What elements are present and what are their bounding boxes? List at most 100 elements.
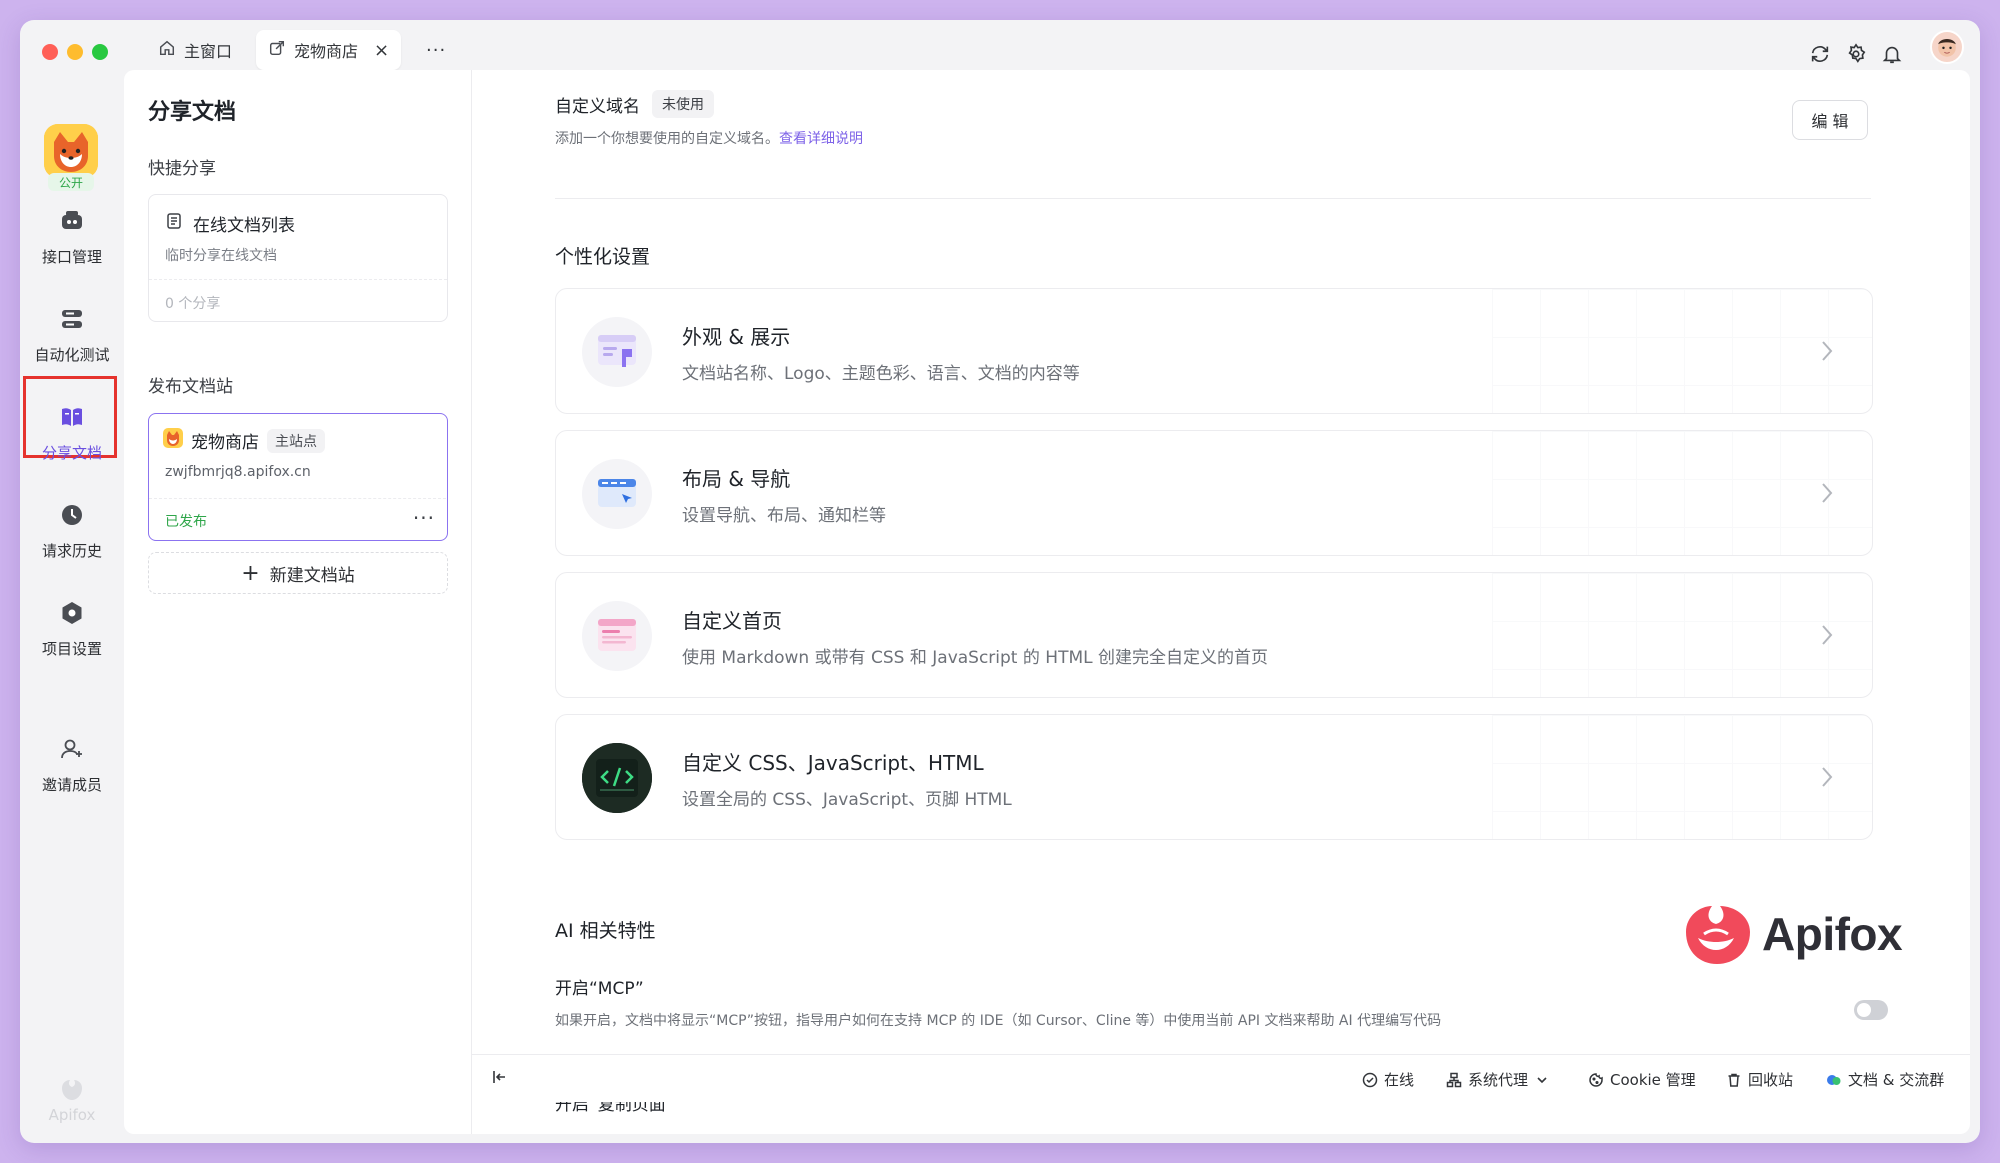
layout-card[interactable]: 布局 & 导航 设置导航、布局、通知栏等 bbox=[555, 430, 1873, 556]
unused-tag: 未使用 bbox=[652, 90, 714, 118]
custom-domain-title-row: 自定义域名 未使用 bbox=[555, 90, 714, 118]
card-desc: 使用 Markdown 或带有 CSS 和 JavaScript 的 HTML … bbox=[682, 648, 1268, 668]
share-doc-icon bbox=[268, 39, 286, 61]
home-icon bbox=[158, 39, 176, 61]
online-doc-list-card[interactable]: 在线文档列表 临时分享在线文档 0 个分享 bbox=[148, 194, 448, 322]
left-nav: 公开 接口管理 自动化测试 分享文档 请求历史 项目设置 邀请成员 Apifox bbox=[20, 86, 124, 1143]
chat-bubble-icon bbox=[1827, 1074, 1841, 1085]
online-label: 在线 bbox=[1384, 1071, 1415, 1089]
view-details-link[interactable]: 查看详细说明 bbox=[779, 131, 863, 147]
trash-label: 回收站 bbox=[1748, 1071, 1794, 1089]
share-docs-panel: 分享文档 快捷分享 在线文档列表 临时分享在线文档 0 个分享 发布文档站 宠物… bbox=[124, 70, 472, 1134]
minimize-window-button[interactable] bbox=[67, 44, 83, 60]
custom-homepage-card[interactable]: 自定义首页 使用 Markdown 或带有 CSS 和 JavaScript 的… bbox=[555, 572, 1873, 698]
mcp-desc: 如果开启，文档中将显示“MCP”按钮，指导用户如何在支持 MCP 的 IDE（如… bbox=[555, 1013, 1442, 1029]
cookie-label: Cookie 管理 bbox=[1610, 1071, 1696, 1089]
gear-icon[interactable] bbox=[1842, 40, 1870, 68]
app-window: 主窗口 宠物商店 × ··· 公开 接口管理 自动化测试 分享文档 请求历史 项… bbox=[20, 20, 1980, 1143]
apifox-logo-icon bbox=[1686, 906, 1750, 964]
grid-decoration bbox=[1492, 573, 1872, 697]
avatar[interactable] bbox=[1930, 30, 1964, 64]
cookie-manager-button[interactable]: Cookie 管理 bbox=[1588, 1069, 1696, 1090]
check-circle-icon bbox=[1362, 1072, 1378, 1087]
tab-pet-store[interactable]: 宠物商店 × bbox=[256, 30, 402, 70]
nav-label: 请求历史 bbox=[41, 542, 102, 560]
collapse-sidebar-button[interactable] bbox=[492, 1069, 508, 1085]
custom-domain-desc-text: 添加一个你想要使用的自定义域名。 bbox=[555, 131, 779, 147]
project-logo[interactable] bbox=[44, 124, 98, 178]
docs-community-button[interactable]: 文档 & 交流群 bbox=[1826, 1069, 1944, 1090]
divider bbox=[149, 498, 446, 499]
chevron-right-icon bbox=[1822, 767, 1833, 787]
nav-label: 分享文档 bbox=[41, 444, 102, 462]
new-doc-site-button[interactable]: + 新建文档站 bbox=[148, 552, 448, 594]
nav-item-api[interactable]: 接口管理 bbox=[24, 208, 120, 267]
network-icon bbox=[1446, 1072, 1462, 1087]
close-tab-icon[interactable]: × bbox=[374, 40, 389, 61]
doc-site-card[interactable]: 宠物商店 主站点 zwjfbmrjq8.apifox.cn 已发布 ··· bbox=[148, 413, 448, 541]
document-icon bbox=[165, 212, 183, 235]
quick-card-title-row: 在线文档列表 bbox=[165, 211, 295, 236]
public-badge: 公开 bbox=[48, 173, 94, 191]
apifox-brand: Apifox bbox=[1682, 902, 1903, 966]
nav-item-share-docs[interactable]: 分享文档 bbox=[24, 404, 120, 463]
grid-decoration bbox=[1492, 431, 1872, 555]
custom-code-card[interactable]: 自定义 CSS、JavaScript、HTML 设置全局的 CSS、JavaSc… bbox=[555, 714, 1873, 840]
quick-card-title: 在线文档列表 bbox=[193, 216, 295, 236]
tab-label: 主窗口 bbox=[184, 42, 233, 61]
card-desc: 设置导航、布局、通知栏等 bbox=[682, 506, 886, 526]
personal-settings-heading: 个性化设置 bbox=[555, 246, 651, 268]
main-site-badge: 主站点 bbox=[267, 428, 325, 453]
trash-icon bbox=[1728, 1073, 1740, 1087]
grid-decoration bbox=[1492, 715, 1872, 839]
nav-item-history[interactable]: 请求历史 bbox=[24, 502, 120, 561]
homepage-icon bbox=[582, 601, 652, 671]
automation-icon bbox=[59, 306, 85, 336]
brand-wordmark: Apifox bbox=[1762, 908, 1903, 960]
appearance-card[interactable]: 外观 & 展示 文档站名称、Logo、主题色彩、语言、文档的内容等 bbox=[555, 288, 1873, 414]
card-title: 外观 & 展示 bbox=[682, 325, 791, 349]
plus-icon: + bbox=[241, 560, 260, 586]
online-status[interactable]: 在线 bbox=[1362, 1069, 1414, 1090]
book-icon bbox=[59, 404, 85, 434]
layout-icon bbox=[582, 459, 652, 529]
nav-item-settings[interactable]: 项目设置 bbox=[24, 600, 120, 659]
quick-card-subtitle: 临时分享在线文档 bbox=[165, 248, 277, 264]
apifox-logo-icon bbox=[62, 1080, 82, 1100]
recycle-bin-button[interactable]: 回收站 bbox=[1726, 1069, 1793, 1090]
publish-status: 已发布 bbox=[165, 514, 207, 530]
card-desc: 设置全局的 CSS、JavaScript、页脚 HTML bbox=[682, 790, 1012, 810]
cookie-icon bbox=[1589, 1072, 1603, 1087]
ai-features-heading: AI 相关特性 bbox=[555, 920, 656, 942]
edit-button[interactable]: 编 辑 bbox=[1792, 100, 1868, 140]
more-tabs-button[interactable]: ··· bbox=[414, 30, 458, 70]
divider bbox=[555, 198, 1871, 199]
divider bbox=[149, 279, 447, 280]
site-more-button[interactable]: ··· bbox=[413, 506, 435, 530]
bell-icon[interactable] bbox=[1878, 40, 1906, 68]
nav-item-automation[interactable]: 自动化测试 bbox=[24, 306, 120, 365]
card-desc: 文档站名称、Logo、主题色彩、语言、文档的内容等 bbox=[682, 364, 1080, 384]
maximize-window-button[interactable] bbox=[92, 44, 108, 60]
custom-domain-desc: 添加一个你想要使用的自定义域名。查看详细说明 bbox=[555, 128, 863, 148]
site-name: 宠物商店 bbox=[191, 433, 259, 453]
panel-title: 分享文档 bbox=[148, 100, 237, 125]
settings-hex-icon bbox=[59, 600, 85, 630]
proxy-label: 系统代理 bbox=[1468, 1071, 1529, 1089]
community-label: 文档 & 交流群 bbox=[1848, 1071, 1945, 1089]
nav-label: 接口管理 bbox=[41, 248, 102, 266]
nav-label: 自动化测试 bbox=[34, 346, 110, 364]
mcp-toggle[interactable] bbox=[1854, 1000, 1888, 1020]
refresh-icon[interactable] bbox=[1806, 40, 1834, 68]
tab-main-window[interactable]: 主窗口 bbox=[146, 30, 244, 70]
tab-label: 宠物商店 bbox=[294, 42, 359, 61]
mcp-title: 开启“MCP” bbox=[555, 979, 644, 999]
close-window-button[interactable] bbox=[42, 44, 58, 60]
card-title: 布局 & 导航 bbox=[682, 467, 791, 491]
footer-brand-label: Apifox bbox=[48, 1106, 96, 1124]
appearance-icon bbox=[582, 317, 652, 387]
code-icon bbox=[582, 743, 652, 813]
nav-item-invite[interactable]: 邀请成员 bbox=[24, 736, 120, 795]
system-proxy-dropdown[interactable]: 系统代理 bbox=[1446, 1069, 1550, 1090]
collapse-icon bbox=[493, 1071, 505, 1083]
